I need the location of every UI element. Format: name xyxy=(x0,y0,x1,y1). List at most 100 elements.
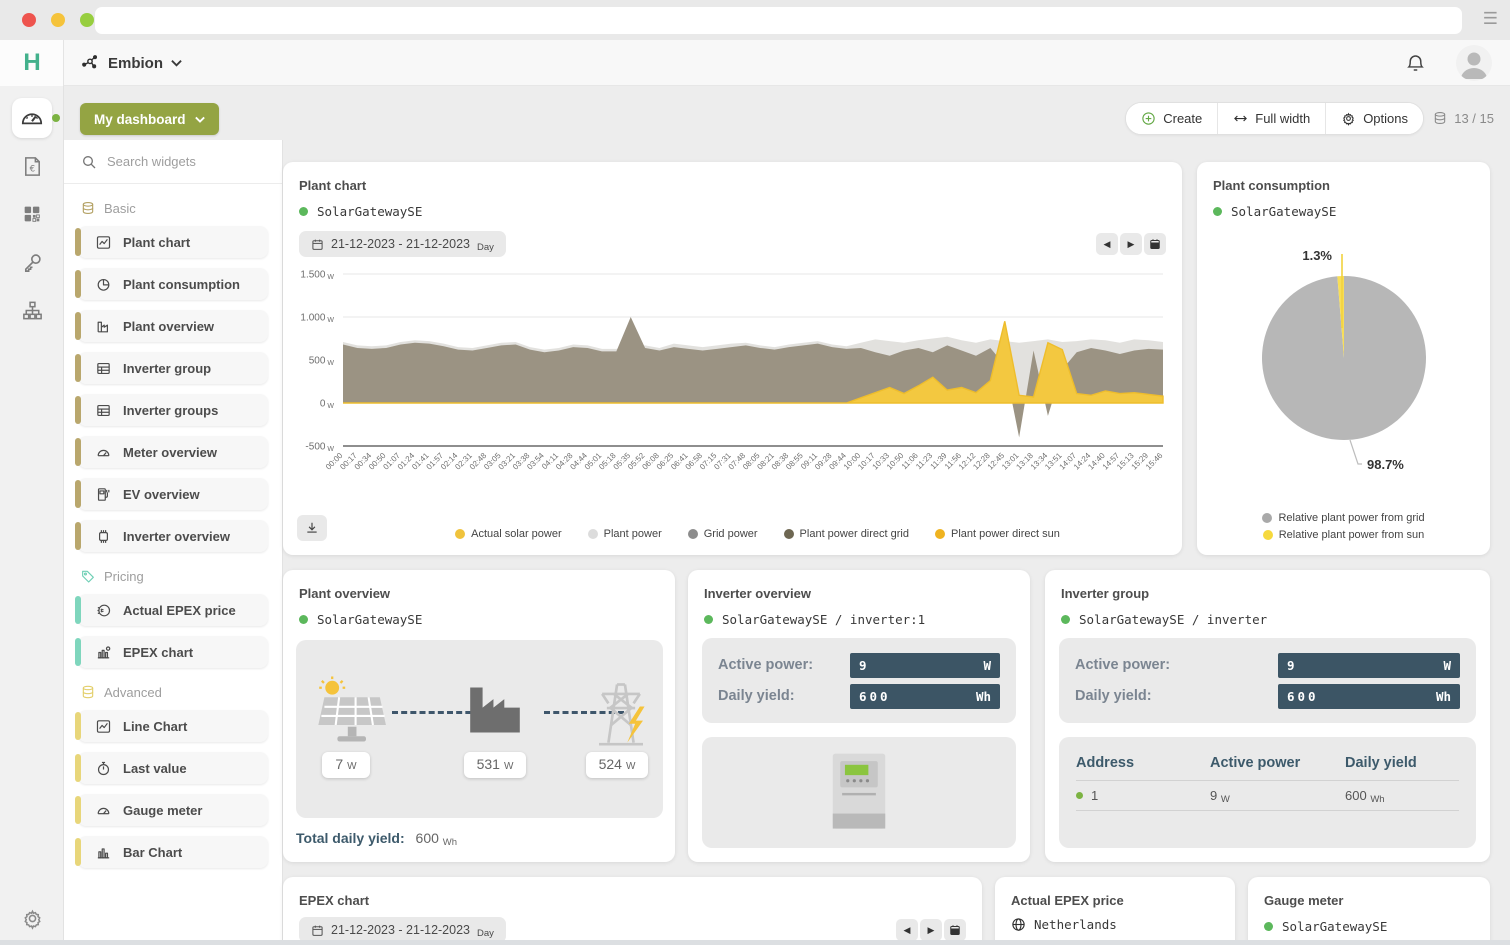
legend-item[interactable]: Relative plant power from grid xyxy=(1262,512,1424,524)
gauge-icon xyxy=(95,802,112,819)
svg-text:1.000 W: 1.000 W xyxy=(300,313,334,325)
search-icon xyxy=(81,154,97,170)
widget-count-label: 13 / 15 xyxy=(1454,111,1494,126)
values-panel: Active power: 9W Daily yield: 600Wh xyxy=(1059,638,1476,723)
widget-title: Actual EPEX price xyxy=(1011,893,1124,908)
inverter-device-icon xyxy=(829,751,889,833)
section-header-basic: Basic xyxy=(80,200,282,216)
svg-text:98.7%: 98.7% xyxy=(1367,457,1404,472)
item-accent xyxy=(75,838,81,866)
legend-dot xyxy=(588,529,598,539)
next-period-button[interactable]: ▶ xyxy=(920,919,942,941)
full-width-button[interactable]: Full width xyxy=(1218,103,1326,134)
date-range-picker[interactable]: 21-12-2023 - 21-12-2023 Day xyxy=(299,231,506,257)
sidebar-item-actual-epex-price[interactable]: Actual EPEX price xyxy=(78,594,268,626)
daily-yield-row: Daily yield: 600Wh xyxy=(718,683,1000,709)
plant-chart-widget: Plant chart SolarGatewaySE 21-12-2023 - … xyxy=(283,162,1182,555)
rail-topology-icon[interactable] xyxy=(12,290,52,330)
options-button[interactable]: Options xyxy=(1326,103,1423,134)
svg-text:1.3%: 1.3% xyxy=(1302,248,1332,263)
calendar-button[interactable] xyxy=(944,919,966,941)
avatar[interactable] xyxy=(1456,45,1492,81)
legend-dot xyxy=(1262,513,1272,523)
sidebar-item-meter-overview[interactable]: Meter overview xyxy=(78,436,268,468)
rail-invoice-icon[interactable]: € xyxy=(12,146,52,186)
notifications-bell-icon[interactable] xyxy=(1405,52,1426,74)
legend-item[interactable]: Plant power direct grid xyxy=(784,528,909,540)
device-name: SolarGatewaySE xyxy=(1282,919,1387,934)
full-width-label: Full width xyxy=(1255,111,1310,126)
browser-menu-icon[interactable]: ☰ xyxy=(1483,9,1498,29)
dashboard-selector-button[interactable]: My dashboard xyxy=(80,103,219,135)
widget-title: EPEX chart xyxy=(299,893,369,908)
create-button[interactable]: Create xyxy=(1126,103,1218,134)
sidebar-item-inverter-groups[interactable]: Inverter groups xyxy=(78,394,268,426)
table-row[interactable]: 1 9 W 600 Wh xyxy=(1076,781,1459,811)
tag-icon xyxy=(80,568,96,584)
actual-epex-price-widget: Actual EPEX price Netherlands xyxy=(995,877,1235,945)
sidebar-item-line-chart[interactable]: Line Chart xyxy=(78,710,268,742)
daily-yield-value-box: 600Wh xyxy=(850,684,1000,709)
table-header: Address Active power Daily yield xyxy=(1076,755,1459,781)
maximize-window-button[interactable] xyxy=(80,13,94,27)
item-accent xyxy=(75,312,81,340)
sidebar-item-epex-chart[interactable]: EPEX chart xyxy=(78,636,268,668)
legend-item[interactable]: Grid power xyxy=(688,528,758,540)
region-name: Netherlands xyxy=(1034,917,1117,932)
legend-dot xyxy=(784,529,794,539)
sidebar-item-inverter-overview[interactable]: Inverter overview xyxy=(78,520,268,552)
active-indicator-dot xyxy=(52,114,60,122)
section-header-advanced: Advanced xyxy=(80,684,282,700)
environment-switcher[interactable]: Embion xyxy=(80,40,182,86)
legend-item[interactable]: Actual solar power xyxy=(455,528,562,540)
plant-power-value: 531W xyxy=(464,752,526,778)
rail-key-icon[interactable] xyxy=(12,242,52,282)
sidebar-item-last-value[interactable]: Last value xyxy=(78,752,268,784)
rail-settings-gear-icon[interactable] xyxy=(12,898,52,938)
rail-dashboard-icon[interactable] xyxy=(12,98,52,138)
prev-period-button[interactable]: ◀ xyxy=(1096,233,1118,255)
calendar-icon xyxy=(311,924,324,937)
download-chart-button[interactable] xyxy=(297,515,327,541)
factory-icon xyxy=(95,318,112,335)
item-accent xyxy=(75,712,81,740)
values-panel: Active power: 9W Daily yield: 600Wh xyxy=(702,638,1016,723)
legend-item[interactable]: Relative plant power from sun xyxy=(1263,529,1425,541)
close-window-button[interactable] xyxy=(22,13,36,27)
table-icon xyxy=(95,360,112,377)
search-placeholder: Search widgets xyxy=(107,154,196,169)
widget-sidebar: Search widgets Basic Plant chart Plant con… xyxy=(64,140,283,945)
sidebar-item-plant-overview[interactable]: Plant overview xyxy=(78,310,268,342)
next-period-button[interactable]: ▶ xyxy=(1120,233,1142,255)
consumption-pie-chart[interactable]: 1.3% 98.7% xyxy=(1197,230,1490,486)
app-header: H Embion xyxy=(0,40,1510,86)
sidebar-item-plant-chart[interactable]: Plant chart xyxy=(78,226,268,258)
sidebar-item-bar-chart[interactable]: Bar Chart xyxy=(78,836,268,868)
rail-widgets-icon[interactable] xyxy=(12,194,52,234)
device-row: SolarGatewaySE / inverter:1 xyxy=(704,612,925,627)
minimize-window-button[interactable] xyxy=(51,13,65,27)
legend-item[interactable]: Plant power xyxy=(588,528,662,540)
app-logo[interactable]: H xyxy=(0,40,64,86)
sidebar-item-inverter-group[interactable]: Inverter group xyxy=(78,352,268,384)
active-power-row: Active power: 9W xyxy=(1075,652,1460,678)
active-power-row: Active power: 9W xyxy=(718,652,1000,678)
calendar-button[interactable] xyxy=(1144,233,1166,255)
sidebar-item-ev-overview[interactable]: EV overview xyxy=(78,478,268,510)
address-bar[interactable] xyxy=(95,7,1462,34)
prev-period-button[interactable]: ◀ xyxy=(896,919,918,941)
plant-power-area-chart[interactable]: 1.500 W1.000 W500 W0 W-500 W00:0000:1700… xyxy=(293,266,1172,506)
search-widgets-input[interactable]: Search widgets xyxy=(64,140,282,184)
arrows-horizontal-icon xyxy=(1233,113,1248,124)
energy-flow-panel: 7W 531W 524W xyxy=(296,640,663,818)
widget-title: Gauge meter xyxy=(1264,893,1343,908)
device-status-dot xyxy=(1213,207,1222,216)
sidebar-item-plant-consumption[interactable]: Plant consumption xyxy=(78,268,268,300)
sidebar-item-gauge-meter[interactable]: Gauge meter xyxy=(78,794,268,826)
bottom-edge-strip xyxy=(0,940,1510,945)
calendar-icon xyxy=(311,238,324,251)
legend-item[interactable]: Plant power direct sun xyxy=(935,528,1060,540)
dashboard-selector-label: My dashboard xyxy=(94,112,186,127)
date-range-text: 21-12-2023 - 21-12-2023 xyxy=(331,237,470,251)
region-row: Netherlands xyxy=(1011,917,1117,932)
